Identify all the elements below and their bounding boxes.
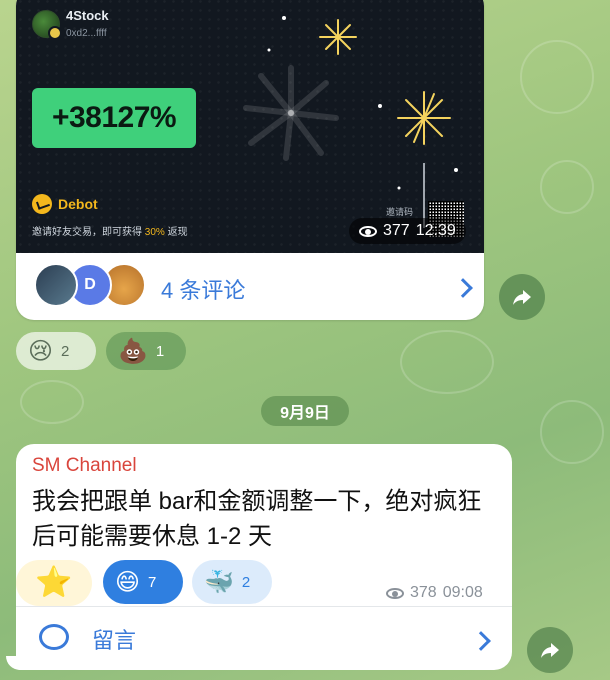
brand-name: Debot <box>58 196 98 212</box>
invite-text: 邀请好友交易，即可获得 30% 返现 <box>32 223 188 238</box>
reaction-count: 1 <box>155 342 165 360</box>
post-time: 12:39 <box>415 222 456 239</box>
date-separator: 9月9日 <box>261 396 349 426</box>
reaction-cry[interactable]: 😢 2 <box>16 332 96 370</box>
account-avatar-badge <box>48 26 62 40</box>
reaction-poop[interactable]: 💩 1 <box>106 332 186 370</box>
eye-icon <box>359 225 377 237</box>
message-text: 我会把跟单 bar和金额调整一下，绝对疯狂后可能需要休息 1-2 天 <box>32 488 482 550</box>
leave-comment-label: 留言 <box>92 628 137 653</box>
poop-icon: 💩 <box>118 337 148 365</box>
commenter-avatar <box>34 263 78 307</box>
whale-icon: 🐳 <box>204 568 234 596</box>
reaction-whale[interactable]: 🐳 2 <box>192 560 272 604</box>
share-icon <box>513 290 531 305</box>
comments-count-label: 4 条评论 <box>161 278 246 303</box>
background-doodle <box>520 40 594 114</box>
promo-image[interactable]: 4Stock 0xd2...ffff +38127% Debot 邀请好友交易，… <box>16 0 484 253</box>
crying-face-icon: 😢 <box>28 337 54 365</box>
reaction-grin[interactable]: 😄 7 <box>103 560 183 604</box>
reaction-count: 2 <box>241 573 251 591</box>
share-button[interactable] <box>499 274 545 320</box>
comments-button[interactable]: D 4 条评论 <box>16 253 484 320</box>
reaction-count: 7 <box>148 573 157 591</box>
invite-text-prefix: 邀请好友交易，即可获得 <box>32 227 142 238</box>
star-icon: ⭐ <box>35 565 73 600</box>
channel-name[interactable]: SM Channel <box>32 455 137 477</box>
post-meta-pill: 377 12:39 <box>349 218 466 244</box>
account-address: 0xd2...ffff <box>66 28 107 39</box>
message-meta: 378 09:08 <box>386 584 483 602</box>
chevron-right-icon <box>453 278 473 298</box>
background-doodle <box>540 400 604 464</box>
share-button[interactable] <box>527 627 573 673</box>
grinning-face-icon: 😄 <box>115 568 141 596</box>
background-doodle <box>540 160 594 214</box>
background-doodle <box>400 330 494 394</box>
reaction-count: 2 <box>61 342 70 360</box>
brand: Debot <box>32 194 98 214</box>
debot-logo-icon <box>32 194 52 214</box>
invite-text-suffix: 返现 <box>167 227 188 238</box>
eye-icon <box>386 587 404 599</box>
account-name: 4Stock <box>66 8 109 23</box>
invite-text-percent: 30% <box>144 227 165 238</box>
reaction-star[interactable]: ⭐ <box>16 560 92 606</box>
share-icon <box>541 643 559 658</box>
post-card: 4Stock 0xd2...ffff +38127% Debot 邀请好友交易，… <box>16 0 484 320</box>
background-doodle <box>20 380 84 424</box>
qr-label: 邀请码 <box>386 207 414 217</box>
profit-percent: +38127% <box>32 88 196 148</box>
message-time: 09:08 <box>442 584 483 601</box>
comment-bubble-icon <box>39 624 69 650</box>
account-avatar <box>32 10 62 40</box>
leave-comment-button[interactable] <box>16 607 512 670</box>
view-count: 377 <box>383 222 410 239</box>
view-count: 378 <box>410 584 437 601</box>
